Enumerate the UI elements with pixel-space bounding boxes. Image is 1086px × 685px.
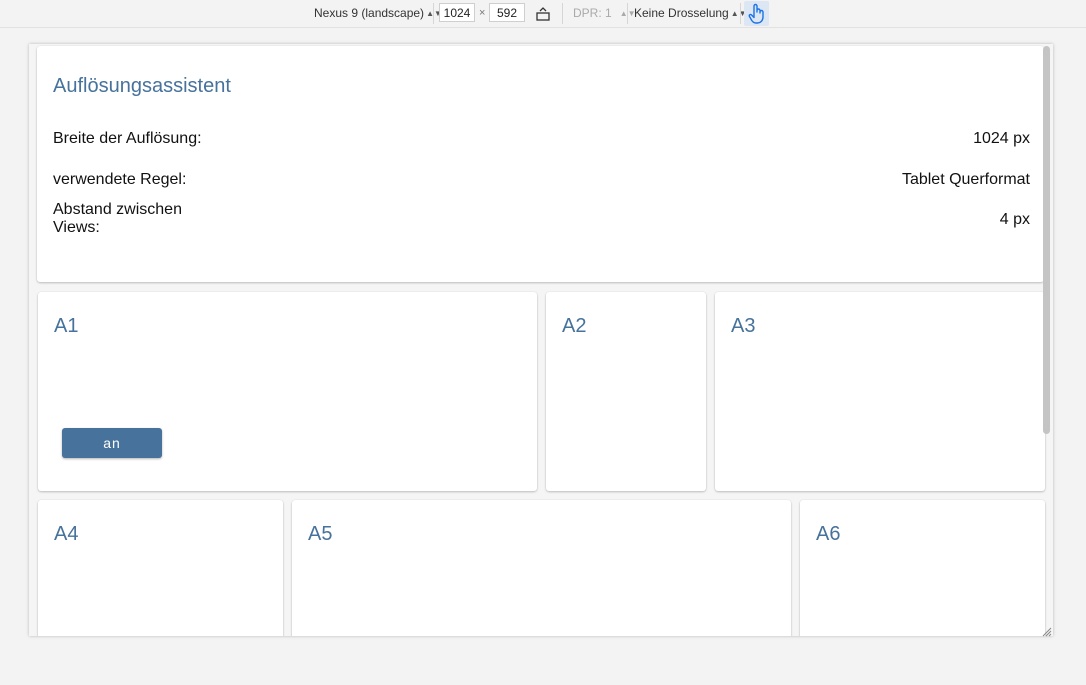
device-select-label: Nexus 9 (landscape) <box>314 6 425 20</box>
device-toolbar: Nexus 9 (landscape)▲▼ 1024 × 592 DPR: 1▲… <box>0 0 1086 28</box>
emulated-viewport: Auflösungsassistent Breite der Auflösung… <box>29 44 1053 636</box>
panel-a3-title: A3 <box>731 315 756 337</box>
height-input[interactable]: 592 <box>489 3 525 22</box>
hand-pointer-icon <box>748 3 764 24</box>
panel-a1: A1 an <box>38 292 537 491</box>
throttling-label: Keine Drosselung <box>634 6 729 20</box>
panel-a6-title: A6 <box>816 523 841 545</box>
width-input[interactable]: 1024 <box>439 3 475 22</box>
rule-value: Tablet Querformat <box>901 171 1030 188</box>
throttling-select[interactable]: Keine Drosselung ▲▼ <box>634 0 747 27</box>
rotate-icon <box>536 7 550 21</box>
panel-a3: A3 <box>715 292 1045 491</box>
rule-label: verwendete Regel: <box>53 171 187 188</box>
toolbar-divider <box>627 3 628 24</box>
panel-a2: A2 <box>546 292 706 491</box>
view-spacing-value: 4 px <box>999 211 1030 228</box>
panel-a4: A4 <box>38 500 283 636</box>
toolbar-divider <box>562 3 563 24</box>
toolbar-divider <box>433 3 434 24</box>
viewport-scrollbar[interactable] <box>1043 46 1050 434</box>
resize-grip-lines <box>1042 627 1052 637</box>
toolbar-divider <box>740 3 741 24</box>
times-sign: × <box>479 7 486 19</box>
touch-emulation-button[interactable] <box>744 1 769 26</box>
resolution-width-value: 1024 px <box>973 130 1030 147</box>
device-select[interactable]: Nexus 9 (landscape)▲▼ <box>314 0 442 27</box>
an-button[interactable]: an <box>62 428 162 458</box>
panel-a5: A5 <box>292 500 791 636</box>
resize-handle-icon[interactable] <box>1040 624 1052 637</box>
panel-a1-title: A1 <box>54 315 79 337</box>
assistant-title: Auflösungsassistent <box>53 75 231 97</box>
panel-a4-title: A4 <box>54 523 79 545</box>
rotate-button[interactable] <box>535 0 551 27</box>
panel-a2-title: A2 <box>562 315 587 337</box>
dpr-label: DPR: 1 <box>573 6 612 20</box>
view-spacing-label: Abstand zwischen Views: <box>53 201 182 236</box>
panel-a6: A6 <box>800 500 1045 636</box>
resolution-width-label: Breite der Auflösung: <box>53 130 202 147</box>
panel-a5-title: A5 <box>308 523 333 545</box>
resolution-assistant-card: Auflösungsassistent Breite der Auflösung… <box>37 46 1044 282</box>
